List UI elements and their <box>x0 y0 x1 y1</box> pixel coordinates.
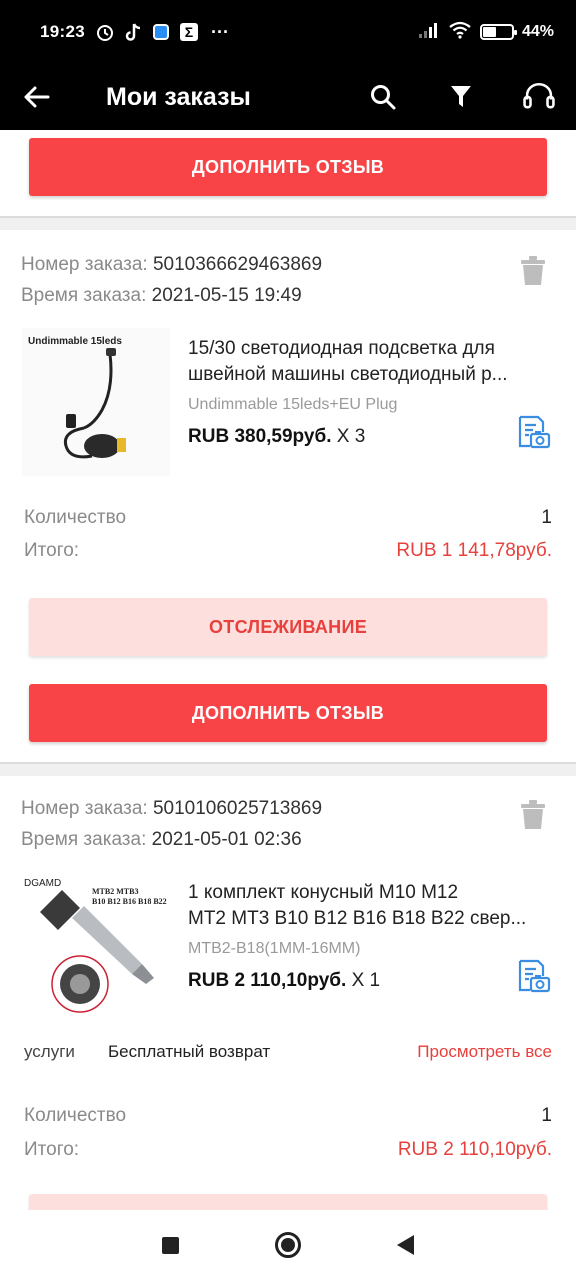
status-time: 19:23 <box>40 22 85 41</box>
product-price-value: RUB 380,59руб. <box>188 426 332 447</box>
product-title-line-2: MT2 MT3 B10 B12 B16 B18 B22 свер... <box>188 908 527 929</box>
add-review-button[interactable]: ДОПОЛНИТЬ ОТЗЫВ <box>29 138 547 196</box>
card-separator <box>0 216 576 230</box>
product-image-caption: Undimmable 15leds <box>28 336 122 347</box>
order-time-value: 2021-05-15 19:49 <box>151 285 302 306</box>
battery-percent: 44% <box>521 23 554 40</box>
wifi-icon <box>448 21 472 44</box>
product-price: RUB 380,59руб. X 3 <box>188 426 365 448</box>
quantity-row: Количество 1 <box>24 507 552 529</box>
tracking-button[interactable]: ОТСЛЕЖИВАНИЕ <box>29 598 547 656</box>
total-value: RUB 1 141,78руб. <box>396 540 552 561</box>
home-button[interactable] <box>275 1232 301 1258</box>
product-title-line-2: швейной машины светодиодный р... <box>188 364 508 385</box>
photo-review-icon[interactable] <box>516 414 552 455</box>
order-number-label: Номер заказа: <box>21 254 148 275</box>
order-number-label: Номер заказа: <box>21 798 148 819</box>
order-number: Номер заказа: 5010106025713869 <box>21 798 322 820</box>
app-icon <box>151 22 171 42</box>
product-image-text-2: B10 B12 B16 B18 B22 <box>92 897 167 906</box>
back-arrow-icon[interactable] <box>20 80 54 114</box>
product-title-line-1: 15/30 светодиодная подсветка для <box>188 338 495 359</box>
quantity-label: Количество <box>24 507 127 528</box>
total-row: Итого: RUB 2 110,10руб. <box>24 1139 552 1161</box>
order-time-value: 2021-05-01 02:36 <box>151 829 302 850</box>
order-time: Время заказа: 2021-05-15 19:49 <box>21 285 302 307</box>
search-icon[interactable] <box>366 80 400 114</box>
total-label: Итого: <box>24 540 80 561</box>
page-title: Мои заказы <box>106 82 251 111</box>
product-image[interactable]: Undimmable 15leds <box>22 328 170 476</box>
quantity-label: Количество <box>24 1105 127 1126</box>
order-number-value: 5010106025713869 <box>152 798 323 819</box>
status-bar: 19:23 Σ ··· 44% <box>0 0 576 64</box>
order-time-label: Время заказа: <box>21 829 147 850</box>
product-price: RUB 2 110,10руб. X 1 <box>188 970 380 992</box>
system-status: 44% <box>418 21 554 44</box>
product-quantity-multiplier: X 3 <box>336 426 366 447</box>
app-bar: Мои заказы <box>0 64 576 130</box>
product-image[interactable]: DGAMD MTB2 MTB3 B10 B12 B16 B18 B22 <box>22 872 170 1020</box>
product-quantity-multiplier: X 1 <box>351 970 381 991</box>
filter-icon[interactable] <box>444 80 478 114</box>
services-label: услуги <box>24 1042 75 1061</box>
tracking-button-partial[interactable] <box>29 1194 547 1210</box>
sigma-icon: Σ <box>179 22 199 42</box>
system-nav-bar <box>0 1210 576 1280</box>
battery-icon <box>479 24 517 40</box>
order-time-label: Время заказа: <box>21 285 147 306</box>
order-number: Номер заказа: 5010366629463869 <box>21 254 322 276</box>
tiktok-icon <box>123 22 143 42</box>
product-title[interactable]: 15/30 светодиодная подсветка для швейной… <box>188 336 554 388</box>
product-image-text-1: MTB2 MTB3 <box>92 887 138 896</box>
alarm-icon <box>95 22 115 42</box>
trash-icon[interactable] <box>520 256 546 291</box>
back-button[interactable] <box>397 1235 414 1255</box>
quantity-row: Количество 1 <box>24 1105 552 1127</box>
total-value: RUB 2 110,10руб. <box>397 1139 552 1160</box>
quantity-value: 1 <box>541 507 552 528</box>
total-label: Итого: <box>24 1139 80 1160</box>
orders-list[interactable]: ДОПОЛНИТЬ ОТЗЫВ Номер заказа: 5010366629… <box>0 130 576 1210</box>
view-all-link[interactable]: Просмотреть все <box>417 1042 552 1062</box>
photo-review-icon[interactable] <box>516 958 552 999</box>
product-title-line-1: 1 комплект конусный M10 M12 <box>188 882 459 903</box>
order-time: Время заказа: 2021-05-01 02:36 <box>21 829 302 851</box>
app-bar-actions <box>366 80 556 114</box>
product-title[interactable]: 1 комплект конусный M10 M12 MT2 MT3 B10 … <box>188 880 554 932</box>
services-row: услуги Бесплатный возврат Просмотреть вс… <box>24 1042 552 1062</box>
recents-button[interactable] <box>162 1236 179 1254</box>
product-price-value: RUB 2 110,10руб. <box>188 970 347 991</box>
total-row: Итого: RUB 1 141,78руб. <box>24 540 552 562</box>
services-value: Бесплатный возврат <box>108 1042 271 1061</box>
more-notifications-icon: ··· <box>210 21 229 42</box>
signal-icon <box>418 21 440 44</box>
trash-icon[interactable] <box>520 800 546 835</box>
product-variant: MTB2-B18(1MM-16MM) <box>188 940 361 957</box>
card-separator <box>0 762 576 776</box>
product-variant: Undimmable 15leds+EU Plug <box>188 396 398 413</box>
add-review-button[interactable]: ДОПОЛНИТЬ ОТЗЫВ <box>29 684 547 742</box>
notification-icons: Σ ··· <box>95 22 229 42</box>
product-image-brand: DGAMD <box>24 878 61 889</box>
quantity-value: 1 <box>541 1105 552 1126</box>
order-number-value: 5010366629463869 <box>152 254 323 275</box>
headset-icon[interactable] <box>522 80 556 114</box>
